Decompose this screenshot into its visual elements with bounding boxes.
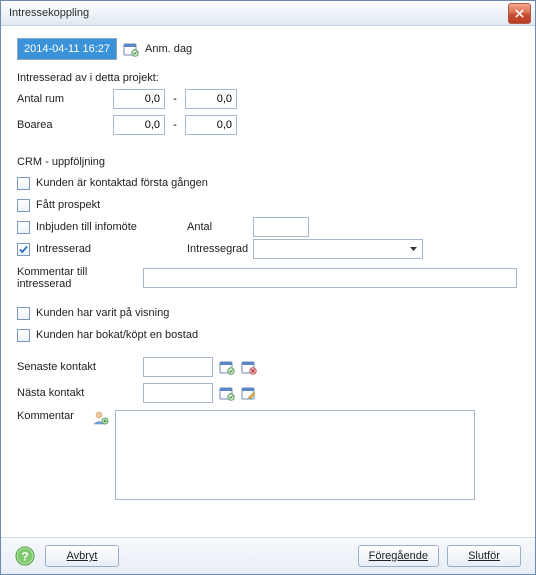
- intresserad-heading: Intresserad av i detta projekt:: [17, 72, 519, 84]
- calendar-icon: [219, 359, 235, 375]
- titlebar: Intressekoppling: [1, 1, 535, 26]
- intressegrad-label: Intressegrad: [187, 243, 247, 255]
- slutfor-button-label: Slutför: [468, 550, 500, 562]
- nasta-kontakt-edit-button[interactable]: [241, 385, 257, 401]
- close-icon: [515, 9, 524, 18]
- dash-separator: -: [171, 119, 179, 131]
- boarea-to-input[interactable]: [185, 115, 237, 135]
- kommentar-textarea[interactable]: [115, 410, 475, 500]
- checkbox-intresserad-label: Intresserad: [36, 243, 181, 255]
- close-button[interactable]: [508, 3, 531, 24]
- avbryt-button[interactable]: Avbryt: [45, 545, 119, 567]
- antal-label: Antal: [187, 221, 247, 233]
- checkbox-prospekt[interactable]: [17, 199, 30, 212]
- calendar-edit-icon: [241, 385, 257, 401]
- avbryt-button-label: Avbryt: [67, 550, 98, 562]
- dialog-footer: ? Avbryt Föregående Slutför: [1, 537, 535, 574]
- dash-separator: -: [171, 93, 179, 105]
- antal-rum-from-input[interactable]: [113, 89, 165, 109]
- checkbox-visning-label: Kunden har varit på visning: [36, 307, 169, 319]
- checkbox-prospekt-label: Fått prospekt: [36, 199, 100, 211]
- checkbox-bokat[interactable]: [17, 329, 30, 342]
- kommentar-intresserad-label: Kommentar till intresserad: [17, 266, 137, 290]
- calendar-icon: [123, 41, 139, 57]
- boarea-label: Boarea: [17, 119, 107, 131]
- calendar-icon: [219, 385, 235, 401]
- checkbox-visning[interactable]: [17, 307, 30, 320]
- checkbox-kontaktad-label: Kunden är kontaktad första gången: [36, 177, 208, 189]
- chevron-down-icon: [410, 247, 417, 251]
- kommentar-label: Kommentar: [17, 410, 87, 422]
- anm-dag-label: Anm. dag: [145, 43, 192, 55]
- kommentar-user-button[interactable]: [93, 410, 109, 426]
- antal-rum-label: Antal rum: [17, 93, 107, 105]
- dropdown-arrow: [406, 241, 421, 257]
- boarea-from-input[interactable]: [113, 115, 165, 135]
- nasta-kontakt-date-button[interactable]: [219, 385, 235, 401]
- intressegrad-dropdown[interactable]: [253, 239, 423, 259]
- antal-input[interactable]: [253, 217, 309, 237]
- window-title: Intressekoppling: [9, 7, 508, 19]
- user-add-icon: [93, 410, 109, 426]
- senaste-kontakt-date-button[interactable]: [219, 359, 235, 375]
- help-icon: ?: [15, 546, 35, 566]
- help-button[interactable]: ?: [15, 546, 35, 566]
- senaste-kontakt-clear-button[interactable]: [241, 359, 257, 375]
- antal-rum-to-input[interactable]: [185, 89, 237, 109]
- dialog-intressekoppling: Intressekoppling 2014-04-11 16:27 Anm. d…: [0, 0, 536, 575]
- anm-dag-date-field[interactable]: 2014-04-11 16:27: [17, 38, 117, 60]
- nasta-kontakt-input[interactable]: [143, 383, 213, 403]
- checkbox-infomote-label: Inbjuden till infomöte: [36, 221, 181, 233]
- calendar-delete-icon: [241, 359, 257, 375]
- svg-text:?: ?: [21, 550, 28, 564]
- senaste-kontakt-input[interactable]: [143, 357, 213, 377]
- checkmark-icon: [18, 244, 29, 255]
- checkbox-infomote[interactable]: [17, 221, 30, 234]
- date-picker-button[interactable]: [123, 41, 139, 57]
- kommentar-intresserad-input[interactable]: [143, 268, 517, 288]
- checkbox-bokat-label: Kunden har bokat/köpt en bostad: [36, 329, 198, 341]
- foregaende-button[interactable]: Föregående: [358, 545, 439, 567]
- nasta-kontakt-label: Nästa kontakt: [17, 387, 137, 399]
- content-area: 2014-04-11 16:27 Anm. dag Intresserad av…: [1, 26, 535, 537]
- checkbox-kontaktad[interactable]: [17, 177, 30, 190]
- senaste-kontakt-label: Senaste kontakt: [17, 361, 137, 373]
- crm-heading: CRM - uppföljning: [17, 156, 519, 168]
- slutfor-button[interactable]: Slutför: [447, 545, 521, 567]
- checkbox-intresserad[interactable]: [17, 243, 30, 256]
- foregaende-button-label: Föregående: [369, 550, 428, 562]
